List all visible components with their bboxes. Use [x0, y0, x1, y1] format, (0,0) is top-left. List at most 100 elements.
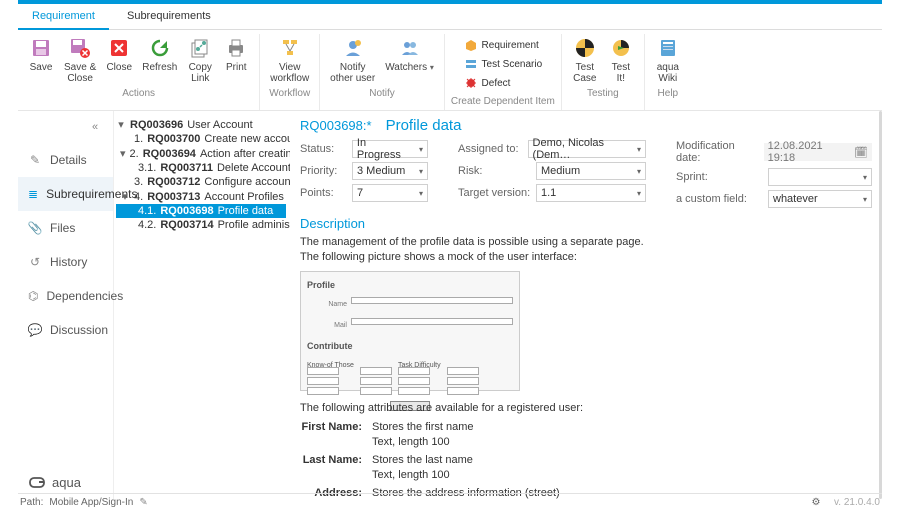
- ribbon-group-workflow: Workflow: [269, 86, 310, 102]
- sprint-label: Sprint:: [676, 171, 764, 183]
- test-it-button[interactable]: Test It!: [604, 34, 638, 86]
- tab-subrequirements[interactable]: Subrequirements: [113, 6, 225, 29]
- custom-label: a custom field:: [676, 193, 764, 205]
- ribbon-group-create: Create Dependent Item: [451, 94, 555, 110]
- sidenav-discussion[interactable]: 💬Discussion: [18, 313, 113, 347]
- assigned-select[interactable]: Demo, Nicolas (Dem…▾: [528, 140, 646, 158]
- status-select[interactable]: In Progress▾: [352, 140, 428, 158]
- collapse-sidebar-button[interactable]: «: [85, 117, 105, 137]
- notify-icon: [341, 36, 365, 60]
- description-heading: Description: [300, 216, 867, 231]
- version-label: v. 21.0.4.0: [834, 497, 880, 508]
- tree-node[interactable]: 1. RQ003700 Create new account: [116, 132, 286, 146]
- detail-title: Profile data: [386, 117, 462, 134]
- calendar-icon: 🗓: [854, 146, 868, 159]
- test-scenario-icon: [464, 57, 478, 71]
- path-value: Mobile App/Sign-In: [49, 497, 133, 508]
- wiki-button[interactable]: aqua Wiki: [651, 34, 685, 86]
- description-line: The following attributes are available f…: [300, 401, 867, 416]
- create-requirement-button[interactable]: Requirement: [464, 36, 543, 54]
- target-select[interactable]: 1.1▾: [536, 184, 646, 202]
- tree-node-selected[interactable]: 4.1. RQ003698 Profile data: [116, 204, 286, 218]
- points-select[interactable]: 7▾: [352, 184, 428, 202]
- attr-desc: Stores the last name: [372, 453, 867, 468]
- attr-name: Last Name:: [300, 453, 362, 483]
- risk-select[interactable]: Medium▾: [536, 162, 646, 180]
- assigned-label: Assigned to:: [458, 143, 524, 155]
- tree-node[interactable]: ▾4. RQ003713 Account Profiles: [116, 189, 286, 204]
- save-close-icon: [68, 36, 92, 60]
- test-it-icon: [609, 36, 633, 60]
- defect-icon: [464, 76, 478, 90]
- detail-id: RQ003698:*: [300, 118, 372, 133]
- history-icon: ↺: [28, 255, 42, 269]
- attr-desc: Stores the first name: [372, 420, 867, 435]
- subreq-icon: ≣: [28, 187, 38, 201]
- requirement-icon: [464, 38, 478, 52]
- edit-path-button[interactable]: ✎: [139, 497, 147, 508]
- description-line: The following picture shows a mock of th…: [300, 250, 867, 265]
- tab-requirement[interactable]: Requirement: [18, 6, 109, 30]
- save-button[interactable]: Save: [24, 34, 58, 86]
- link-icon: [188, 36, 212, 60]
- watchers-icon: [398, 36, 422, 60]
- ribbon-group-testing: Testing: [587, 86, 619, 102]
- priority-select[interactable]: 3 Medium▾: [352, 162, 428, 180]
- chevron-down-icon: ▾: [419, 167, 423, 176]
- chevron-down-icon: ▾: [419, 189, 423, 198]
- collapse-icon[interactable]: ▾: [120, 190, 130, 203]
- chevron-down-icon: ▾: [863, 173, 867, 182]
- chevron-down-icon: ▾: [419, 145, 423, 154]
- tree-node[interactable]: ▾2. RQ003694 Action after creating accou…: [116, 146, 286, 161]
- attr-name: First Name:: [300, 420, 362, 450]
- refresh-button[interactable]: Refresh: [138, 34, 181, 86]
- close-button[interactable]: Close: [102, 34, 136, 86]
- scrollbar[interactable]: [879, 111, 882, 499]
- files-icon: 📎: [28, 221, 42, 235]
- sprint-select[interactable]: ▾: [768, 168, 872, 186]
- priority-label: Priority:: [300, 165, 348, 177]
- view-workflow-button[interactable]: View workflow: [266, 34, 313, 86]
- copy-link-button[interactable]: Copy Link: [183, 34, 217, 86]
- points-label: Points:: [300, 187, 348, 199]
- sidenav-details[interactable]: ✎Details: [18, 143, 113, 177]
- sidenav-files[interactable]: 📎Files: [18, 211, 113, 245]
- gear-icon[interactable]: ⚙: [810, 497, 822, 509]
- notify-other-button[interactable]: Notify other user: [326, 34, 379, 86]
- collapse-icon[interactable]: ▾: [116, 118, 126, 131]
- tree-node[interactable]: 3.1. RQ003711 Delete Account: [116, 161, 286, 175]
- mock-image: Profile Name Mail Contribute Know-of Tho…: [300, 271, 520, 391]
- create-testscenario-button[interactable]: Test Scenario: [464, 55, 543, 73]
- tree-node[interactable]: 3. RQ003712 Configure account details: [116, 175, 286, 189]
- custom-select[interactable]: whatever▾: [768, 190, 872, 208]
- sidenav-history[interactable]: ↺History: [18, 245, 113, 279]
- chevron-down-icon: ▾: [637, 145, 641, 154]
- test-case-button[interactable]: Test Case: [568, 34, 602, 86]
- save-close-button[interactable]: Save & Close: [60, 34, 100, 86]
- path-label: Path:: [20, 497, 43, 508]
- requirement-tree: ▾RQ003696 User Account 1. RQ003700 Creat…: [114, 111, 290, 499]
- ribbon-group-notify: Notify: [369, 86, 395, 102]
- attr-desc: Text, length 100: [372, 435, 867, 450]
- chevron-down-icon: ▾: [637, 167, 641, 176]
- modification-date: 12.08.2021 19:18🗓: [764, 143, 872, 161]
- attr-desc: Text, length 100: [372, 468, 867, 483]
- chevron-down-icon: ▾: [637, 189, 641, 198]
- description-line: The management of the profile data is po…: [300, 235, 867, 250]
- watchers-button[interactable]: Watchers ▾: [381, 34, 438, 86]
- details-icon: ✎: [28, 153, 42, 167]
- print-button[interactable]: Print: [219, 34, 253, 86]
- target-label: Target version:: [458, 187, 532, 199]
- tree-node[interactable]: 4.2. RQ003714 Profile administration: [116, 218, 286, 232]
- collapse-icon[interactable]: ▾: [120, 147, 126, 160]
- wiki-icon: [656, 36, 680, 60]
- sidenav-dependencies[interactable]: ⌬Dependencies: [18, 279, 113, 313]
- create-defect-button[interactable]: Defect: [464, 74, 543, 92]
- discussion-icon: 💬: [28, 323, 42, 337]
- tree-node[interactable]: ▾RQ003696 User Account: [116, 117, 286, 132]
- refresh-icon: [148, 36, 172, 60]
- sidenav-subrequirements[interactable]: ≣Subrequirements: [18, 177, 113, 211]
- ribbon-group-help: Help: [658, 86, 679, 102]
- save-icon: [29, 36, 53, 60]
- workflow-icon: [278, 36, 302, 60]
